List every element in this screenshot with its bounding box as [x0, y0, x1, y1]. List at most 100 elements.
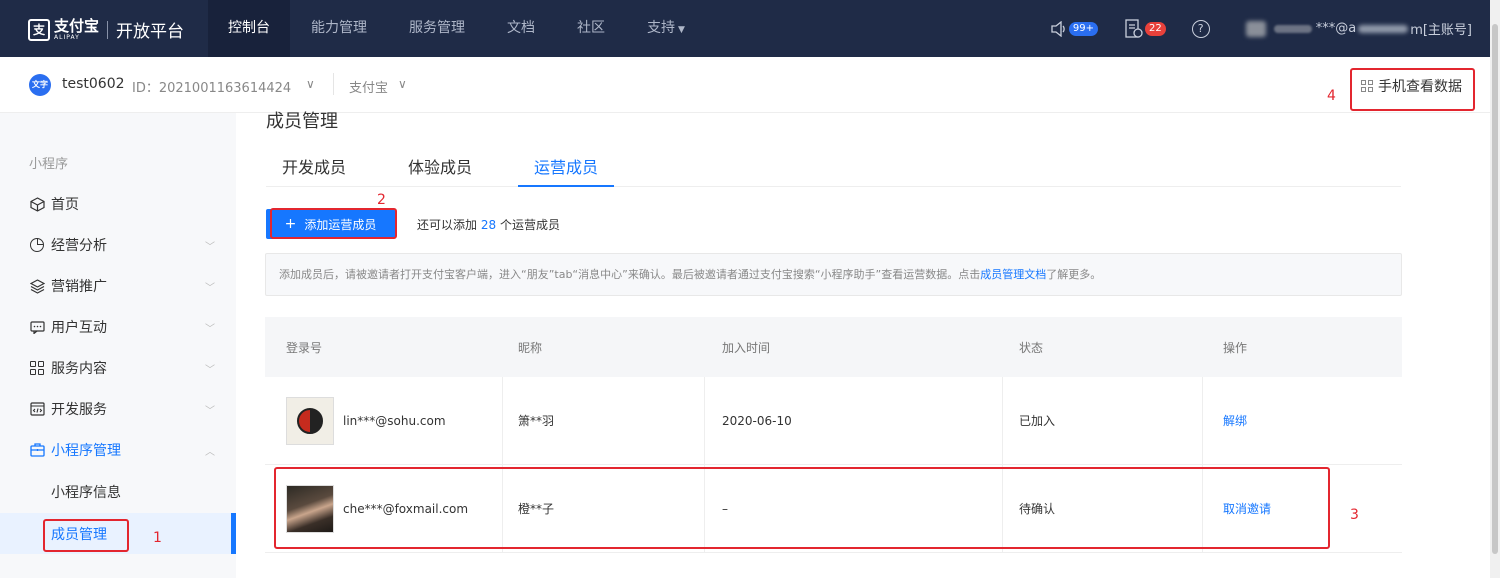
quota-suffix: 个运营成员 [499, 218, 560, 232]
app-header: 文字 test0602 ID：2021001163614424 ∨ 支付宝 ∨ … [0, 57, 1490, 113]
caret-down-icon: ▼ [678, 25, 685, 35]
message-icon [29, 319, 45, 335]
quota-count: 28 [480, 218, 497, 232]
account-menu[interactable]: ***@a m[主账号] [1245, 19, 1472, 38]
org-selector[interactable]: 支付宝 [349, 77, 388, 96]
tab-testers[interactable]: 体验成员 [392, 149, 488, 187]
announcement-button[interactable]: 99+ [1050, 20, 1098, 37]
unbind-link[interactable]: 解绑 [1223, 412, 1247, 429]
table-row: lin***@sohu.com 箫**羽 2020-06-10 已加入 解绑 [265, 377, 1402, 465]
info-notice: 添加成员后，请被邀请者打开支付宝客户端，进入“朋友”tab“消息中心”来确认。最… [265, 253, 1402, 296]
help-icon[interactable]: ? [1191, 19, 1210, 38]
logo-text-en: ALIPAY [54, 33, 80, 41]
logo-divider [107, 20, 109, 39]
top-navigation-bar: 支 支付宝 ALIPAY 开放平台 控制台 能力管理 服务管理 文档 社区 支持… [0, 0, 1490, 57]
page-title: 成员管理 [266, 111, 338, 132]
sidebar-item-label: 营销推广 [51, 279, 107, 295]
col-nickname: 昵称 [518, 340, 543, 355]
chevron-down-icon: ﹀ [205, 405, 215, 417]
notice-text: 添加成员后，请被邀请者打开支付宝客户端，进入“朋友”tab“消息中心”来确认。最… [279, 268, 981, 281]
alipay-logo[interactable]: 支 支付宝 ALIPAY 开放平台 [28, 17, 184, 42]
quota-text: 还可以添加 28 个运营成员 [417, 216, 560, 233]
main-nav: 控制台 能力管理 服务管理 文档 社区 支持 ▼ [208, 0, 706, 57]
sidebar-item-label: 经营分析 [51, 238, 107, 254]
status: 已加入 [1003, 377, 1203, 464]
scrollbar-thumb[interactable] [1492, 24, 1498, 554]
annotation-box-2 [270, 208, 397, 239]
sidebar-section-title: 小程序 [29, 157, 69, 172]
sidebar-item-interaction[interactable]: 用户互动 ﹀ [0, 307, 236, 347]
nav-support-label: 支持 [647, 20, 675, 36]
account-fragment-1: ***@a [1315, 21, 1357, 36]
taiji-avatar [286, 396, 334, 445]
sidebar-item-analytics[interactable]: 经营分析 ﹀ [0, 225, 236, 265]
briefcase-icon [29, 442, 45, 458]
app-name: test0602 [62, 76, 125, 92]
document-clock-icon [1125, 18, 1143, 38]
nav-console[interactable]: 控制台 [208, 0, 290, 57]
nav-service[interactable]: 服务管理 [388, 0, 486, 57]
layers-icon [29, 278, 45, 294]
chevron-down-icon: ﹀ [205, 282, 215, 294]
account-fragment-2: m[主账号] [1410, 23, 1472, 38]
pie-chart-icon [29, 237, 45, 253]
nav-support[interactable]: 支持 ▼ [626, 0, 706, 57]
chevron-up-icon: ︿ [205, 446, 215, 458]
nav-capability[interactable]: 能力管理 [290, 0, 388, 57]
platform-name: 开放平台 [116, 22, 185, 42]
page-scrollbar[interactable] [1490, 0, 1500, 578]
org-chevron-icon[interactable]: ∨ [398, 77, 407, 91]
sidebar-subitem-miniapp-info[interactable]: 小程序信息 [0, 471, 236, 512]
annotation-number-3: 3 [1350, 507, 1359, 523]
sidebar-item-label: 开发服务 [51, 402, 107, 418]
nav-community[interactable]: 社区 [556, 0, 626, 57]
annotation-number-1: 1 [153, 530, 162, 546]
grid-icon [29, 360, 45, 376]
account-avatar [1245, 20, 1266, 37]
sidebar-item-label: 小程序管理 [51, 443, 121, 459]
login-id: lin***@sohu.com [343, 413, 446, 428]
col-action: 操作 [1223, 340, 1248, 355]
annotation-box-4 [1350, 68, 1475, 111]
sidebar-item-miniapp-manage[interactable]: 小程序管理 ︿ [0, 430, 236, 470]
task-button[interactable]: 22 [1124, 18, 1166, 39]
tab-developers[interactable]: 开发成员 [266, 149, 362, 187]
sidebar-item-home[interactable]: 首页 [0, 184, 236, 224]
sidebar-item-content[interactable]: 服务内容 ﹀ [0, 348, 236, 388]
notice-count-badge: 99+ [1068, 21, 1098, 36]
code-icon [29, 401, 45, 417]
task-count-badge: 22 [1144, 21, 1166, 36]
annotation-box-3 [274, 467, 1330, 549]
account-blur-mask [1273, 24, 1312, 33]
col-joined: 加入时间 [722, 340, 771, 355]
app-switch-chevron-icon[interactable]: ∨ [306, 77, 315, 91]
nav-docs[interactable]: 文档 [486, 0, 556, 57]
annotation-box-1 [43, 519, 129, 552]
member-doc-link[interactable]: 成员管理文档 [980, 268, 1046, 281]
header-divider [333, 73, 334, 95]
col-login: 登录号 [286, 340, 323, 355]
speaker-icon [1051, 20, 1065, 37]
app-avatar: 文字 [29, 74, 51, 96]
sidebar-item-dev-service[interactable]: 开发服务 ﹀ [0, 389, 236, 429]
notice-tail: 了解更多。 [1046, 268, 1102, 281]
sidebar-item-marketing[interactable]: 营销推广 ﹀ [0, 266, 236, 306]
chevron-down-icon: ﹀ [205, 241, 215, 253]
member-tabs: 开发成员 体验成员 运营成员 [266, 149, 1401, 187]
quota-prefix: 还可以添加 [417, 218, 478, 232]
tab-operators[interactable]: 运营成员 [518, 149, 615, 187]
annotation-number-4: 4 [1327, 88, 1336, 104]
annotation-number-2: 2 [377, 192, 386, 208]
col-status: 状态 [1019, 340, 1044, 355]
sidebar-item-label: 首页 [51, 197, 79, 213]
alipay-logo-icon: 支 [28, 18, 50, 41]
chevron-down-icon: ﹀ [205, 323, 215, 335]
taiji-icon [297, 407, 323, 434]
join-date: 2020-06-10 [705, 377, 1003, 464]
sidebar-item-label: 服务内容 [51, 361, 107, 377]
nickname: 箫**羽 [503, 377, 705, 464]
account-blur-mask-2 [1358, 24, 1409, 33]
sidebar: 小程序 首页 经营分析 ﹀ 营销推广 ﹀ 用户互动 ﹀ 服务内容 ﹀ 开发服务 [0, 113, 236, 578]
app-id: ID：2021001163614424 [132, 81, 292, 96]
home-cube-icon [29, 196, 45, 212]
